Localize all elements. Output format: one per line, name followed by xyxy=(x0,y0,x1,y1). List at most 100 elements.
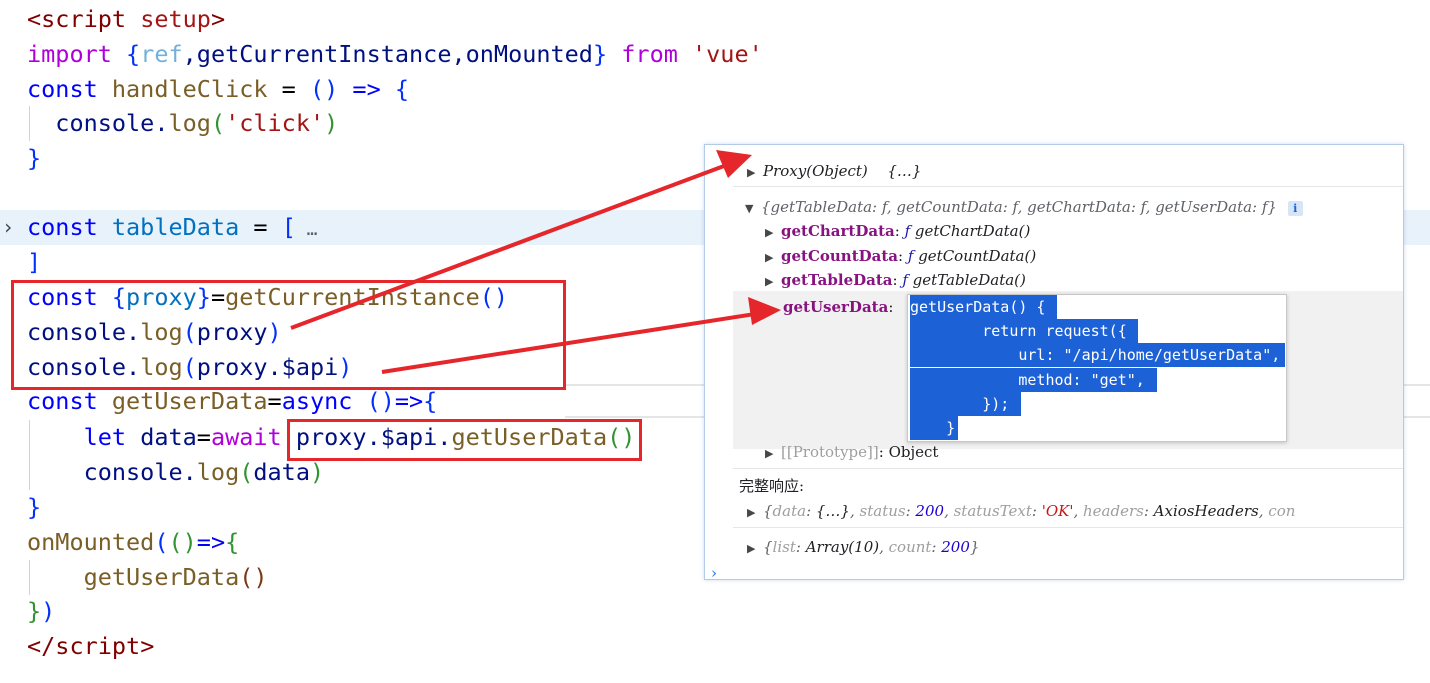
console-token: , xyxy=(879,538,889,556)
code-token: await xyxy=(210,423,296,451)
code-line[interactable]: } xyxy=(27,141,41,176)
collapse-triangle-icon[interactable]: ▼ xyxy=(745,197,761,221)
code-token: ) xyxy=(309,458,325,486)
tooltip-code-line: }); xyxy=(910,392,1021,416)
tooltip-code-line: getUserData() { xyxy=(910,295,1057,319)
console-token: Array(10) xyxy=(805,538,880,556)
code-token: > xyxy=(210,5,226,33)
code-token: data xyxy=(140,423,197,451)
console-token: , xyxy=(1258,502,1269,520)
function-icon: ƒ xyxy=(904,222,915,240)
console-row-prototype[interactable]: ▶ [[Prototype]]: Object xyxy=(705,440,1403,464)
console-token: headers xyxy=(1083,502,1144,520)
code-token: let xyxy=(27,423,141,451)
code-token: > xyxy=(140,632,155,660)
console-token: } xyxy=(969,538,980,556)
code-token: ) xyxy=(41,597,56,625)
fold-chevron-icon[interactable]: › xyxy=(2,210,14,245)
code-token: } xyxy=(27,144,42,172)
console-token: 200 xyxy=(941,538,970,556)
code-line[interactable]: const tableData = [ … xyxy=(27,210,318,245)
code-token: console. xyxy=(27,458,197,486)
expand-triangle-icon[interactable]: ▶ xyxy=(765,246,781,270)
code-line[interactable]: ] xyxy=(27,245,41,280)
console-row-api-object[interactable]: ▼ {getTableData: f, getCountData: f, getC… xyxy=(705,195,1403,219)
full-response-label: 完整响应: xyxy=(739,477,805,495)
code-token: } xyxy=(592,40,608,68)
code-token: 'vue' xyxy=(692,40,763,68)
code-token: console. xyxy=(27,109,169,137)
code-token: const xyxy=(27,75,112,103)
code-token: => xyxy=(196,528,226,556)
code-token: () xyxy=(239,563,268,591)
console-token: 200 xyxy=(915,502,945,520)
code-token: = xyxy=(267,75,310,103)
code-line[interactable]: console.log(data) xyxy=(27,455,325,490)
property-key: getCountData xyxy=(781,246,899,265)
code-token: = xyxy=(239,213,282,241)
code-line[interactable]: <script setup> xyxy=(27,2,225,37)
code-token: handleClick xyxy=(111,75,268,103)
console-row-list[interactable]: ▶ {list: Array(10), count: 200} xyxy=(705,535,1403,559)
code-token: script xyxy=(41,5,127,33)
code-line[interactable]: }) xyxy=(27,594,55,629)
expand-triangle-icon[interactable]: ▶ xyxy=(765,442,781,466)
code-token: ) xyxy=(324,109,339,137)
function-source-tooltip: getUserData() { return request({ url: "/… xyxy=(907,294,1287,442)
console-token: AxiosHeaders xyxy=(1153,502,1259,520)
expand-triangle-icon[interactable]: ▶ xyxy=(747,537,763,561)
console-token: { xyxy=(763,502,773,520)
tooltip-code-line: return request({ xyxy=(910,319,1138,343)
code-line[interactable]: } xyxy=(27,490,41,525)
console-row-getchartdata[interactable]: ▶ getChartData: ƒ getChartData() xyxy=(705,219,1403,243)
code-token: onMounted xyxy=(27,528,155,556)
function-icon: ƒ xyxy=(902,271,913,289)
code-line[interactable]: getUserData() xyxy=(27,560,268,595)
code-line[interactable]: </script> xyxy=(27,629,154,664)
code-token: script xyxy=(55,632,141,660)
expand-triangle-icon[interactable]: ▶ xyxy=(747,501,763,525)
console-row-gettabledata[interactable]: ▶ getTableData: ƒ getTableData() xyxy=(705,268,1403,292)
code-token: () xyxy=(366,387,395,415)
console-token: { xyxy=(763,538,773,556)
console-token: , xyxy=(944,502,954,520)
expand-triangle-icon[interactable]: ▶ xyxy=(765,270,781,294)
code-token: async xyxy=(281,387,367,415)
console-token: statusText xyxy=(953,502,1032,520)
code-token: 'click' xyxy=(225,109,325,137)
code-token: const xyxy=(27,387,112,415)
code-line[interactable]: import {ref,getCurrentInstance,onMounted… xyxy=(27,37,763,72)
code-token: getUserData xyxy=(111,387,268,415)
code-line[interactable]: const handleClick = () => { xyxy=(27,72,409,107)
annotation-box-api-call xyxy=(287,419,642,461)
console-prompt-icon[interactable]: › xyxy=(711,561,1403,579)
code-token: import xyxy=(27,40,127,68)
property-value: getChartData() xyxy=(914,222,1031,240)
code-token: [ xyxy=(281,213,296,241)
expand-triangle-icon[interactable]: ▶ xyxy=(747,161,763,185)
console-token: : xyxy=(806,502,816,520)
code-token: ,getCurrentInstance,onMounted xyxy=(182,40,593,68)
console-row-getcountdata[interactable]: ▶ getCountData: ƒ getCountData() xyxy=(705,244,1403,268)
code-line[interactable]: console.log('click') xyxy=(27,106,338,141)
console-token: 'OK' xyxy=(1041,502,1074,520)
code-token: getUserData xyxy=(27,563,240,591)
expand-triangle-icon[interactable]: ▶ xyxy=(765,221,781,245)
code-token: ( xyxy=(239,458,254,486)
console-token: count xyxy=(888,538,932,556)
code-token: from xyxy=(607,40,693,68)
info-icon[interactable]: i xyxy=(1287,200,1303,216)
console-token: list xyxy=(772,538,796,556)
code-line[interactable]: onMounted(()=>{ xyxy=(27,525,239,560)
code-token: tableData xyxy=(111,213,240,241)
console-row-response[interactable]: ▶ {data: {…}, status: 200, statusText: 'O… xyxy=(705,499,1403,523)
code-token: => xyxy=(394,387,424,415)
code-token: = xyxy=(196,423,211,451)
console-token: con xyxy=(1268,502,1296,520)
code-token: } xyxy=(27,597,42,625)
property-key: getTableData xyxy=(781,271,893,289)
code-token: data xyxy=(253,458,310,486)
console-row-proxy[interactable]: ▶ Proxy(Object) {…} xyxy=(705,159,1403,183)
code-token: ( xyxy=(154,528,169,556)
code-token: { xyxy=(423,387,438,415)
